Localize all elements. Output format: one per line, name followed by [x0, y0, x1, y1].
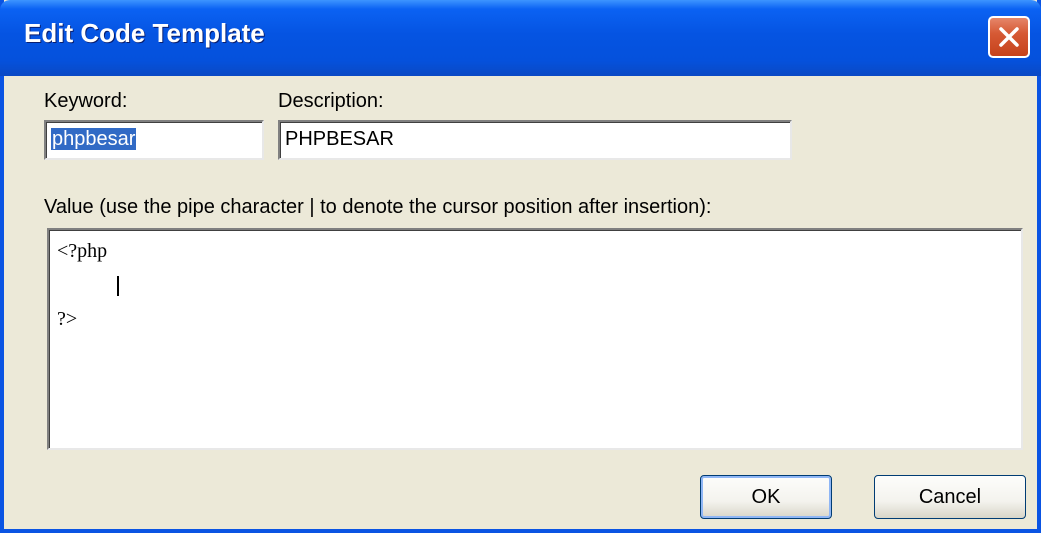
close-button[interactable] — [988, 16, 1030, 58]
edit-code-template-dialog: Edit Code Template Keyword: phpbesar Des… — [0, 0, 1041, 533]
ok-button[interactable]: OK — [700, 475, 832, 519]
pipe-cursor-marker — [117, 276, 119, 296]
keyword-label: Keyword: — [44, 90, 128, 112]
description-input[interactable]: PHPBESAR — [278, 120, 792, 160]
keyword-value: phpbesar — [51, 128, 137, 150]
title-bar[interactable]: Edit Code Template — [0, 0, 1041, 76]
dialog-title: Edit Code Template — [24, 18, 265, 48]
description-value: PHPBESAR — [285, 128, 394, 150]
close-icon — [999, 27, 1019, 47]
code-line: <?php — [57, 240, 108, 262]
value-label: Value (use the pipe character | to denot… — [44, 196, 712, 218]
cancel-button[interactable]: Cancel — [874, 475, 1026, 519]
description-label: Description: — [278, 90, 384, 112]
value-textarea[interactable]: <?php ?> — [47, 228, 1023, 450]
keyword-input[interactable]: phpbesar — [44, 120, 264, 160]
code-line: ?> — [57, 308, 78, 330]
